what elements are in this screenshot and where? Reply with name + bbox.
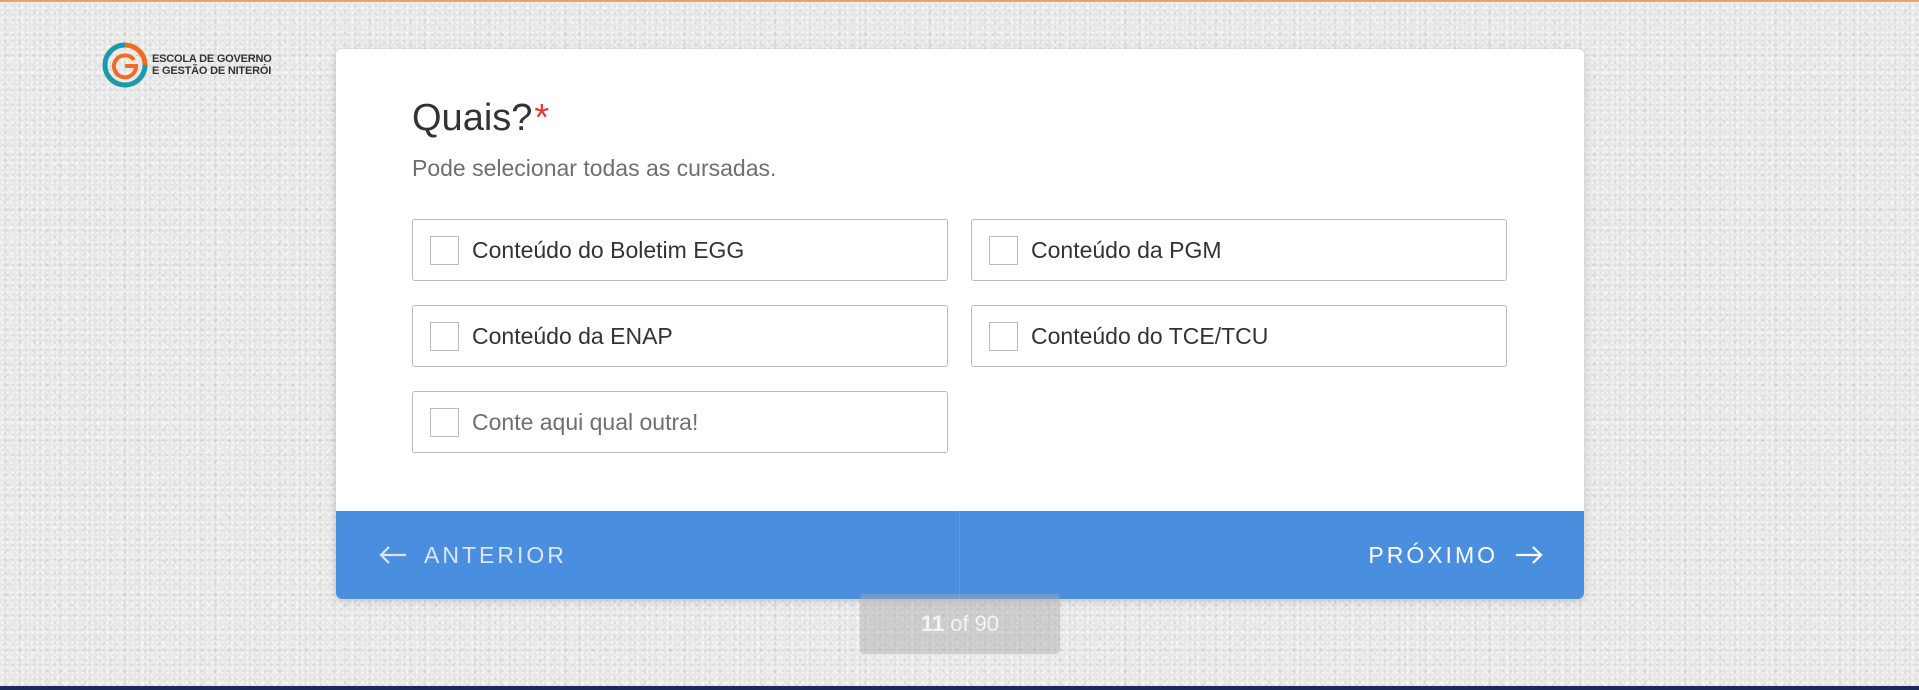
option-label: Conteúdo da PGM: [1031, 236, 1222, 263]
option-enap[interactable]: Conteúdo da ENAP: [412, 305, 948, 367]
question-card: Quais?* Pode selecionar todas as cursada…: [336, 49, 1584, 599]
progress-of: of: [950, 611, 969, 636]
logo-line-2: E GESTÃO DE NITERÓI: [152, 65, 272, 77]
checkbox[interactable]: [430, 321, 459, 351]
previous-button[interactable]: ANTERIOR: [336, 511, 960, 599]
progress-current: 11: [920, 611, 945, 636]
navigation-bar: ANTERIOR PRÓXIMO: [336, 511, 1584, 599]
logo-mark-icon: [102, 42, 148, 88]
logo: ESCOLA DE GOVERNO E GESTÃO DE NITERÓI: [100, 40, 272, 90]
option-boletim-egg[interactable]: Conteúdo do Boletim EGG: [412, 219, 948, 281]
progress-total: 90: [974, 611, 1000, 636]
question-helper-text: Pode selecionar todas as cursadas.: [412, 155, 777, 181]
option-label: Conteúdo do Boletim EGG: [472, 236, 745, 263]
next-button[interactable]: PRÓXIMO: [960, 511, 1584, 599]
option-label: Conteúdo da ENAP: [472, 322, 673, 349]
arrow-left-icon: [379, 546, 406, 564]
previous-label: ANTERIOR: [424, 541, 567, 568]
checkbox[interactable]: [989, 321, 1018, 351]
checkbox[interactable]: [989, 235, 1018, 265]
option-other[interactable]: [412, 391, 948, 453]
logo-text: ESCOLA DE GOVERNO E GESTÃO DE NITERÓI: [152, 53, 272, 77]
bottom-accent-line: [0, 686, 1919, 690]
option-pgm[interactable]: Conteúdo da PGM: [971, 219, 1507, 281]
top-accent-line: [0, 0, 1919, 2]
option-tce-tcu[interactable]: Conteúdo do TCE/TCU: [971, 305, 1507, 367]
progress-indicator: 11 of 90: [860, 594, 1060, 654]
required-mark: *: [534, 97, 550, 139]
checkbox[interactable]: [430, 407, 459, 437]
logo-line-1: ESCOLA DE GOVERNO: [152, 53, 272, 65]
question-title-text: Quais?: [412, 97, 533, 139]
checkbox[interactable]: [430, 235, 459, 265]
option-label: Conteúdo do TCE/TCU: [1031, 322, 1269, 349]
other-text-input[interactable]: [472, 408, 912, 436]
question-title: Quais?*: [412, 97, 549, 140]
next-label: PRÓXIMO: [1368, 541, 1498, 568]
arrow-right-icon: [1516, 546, 1543, 564]
